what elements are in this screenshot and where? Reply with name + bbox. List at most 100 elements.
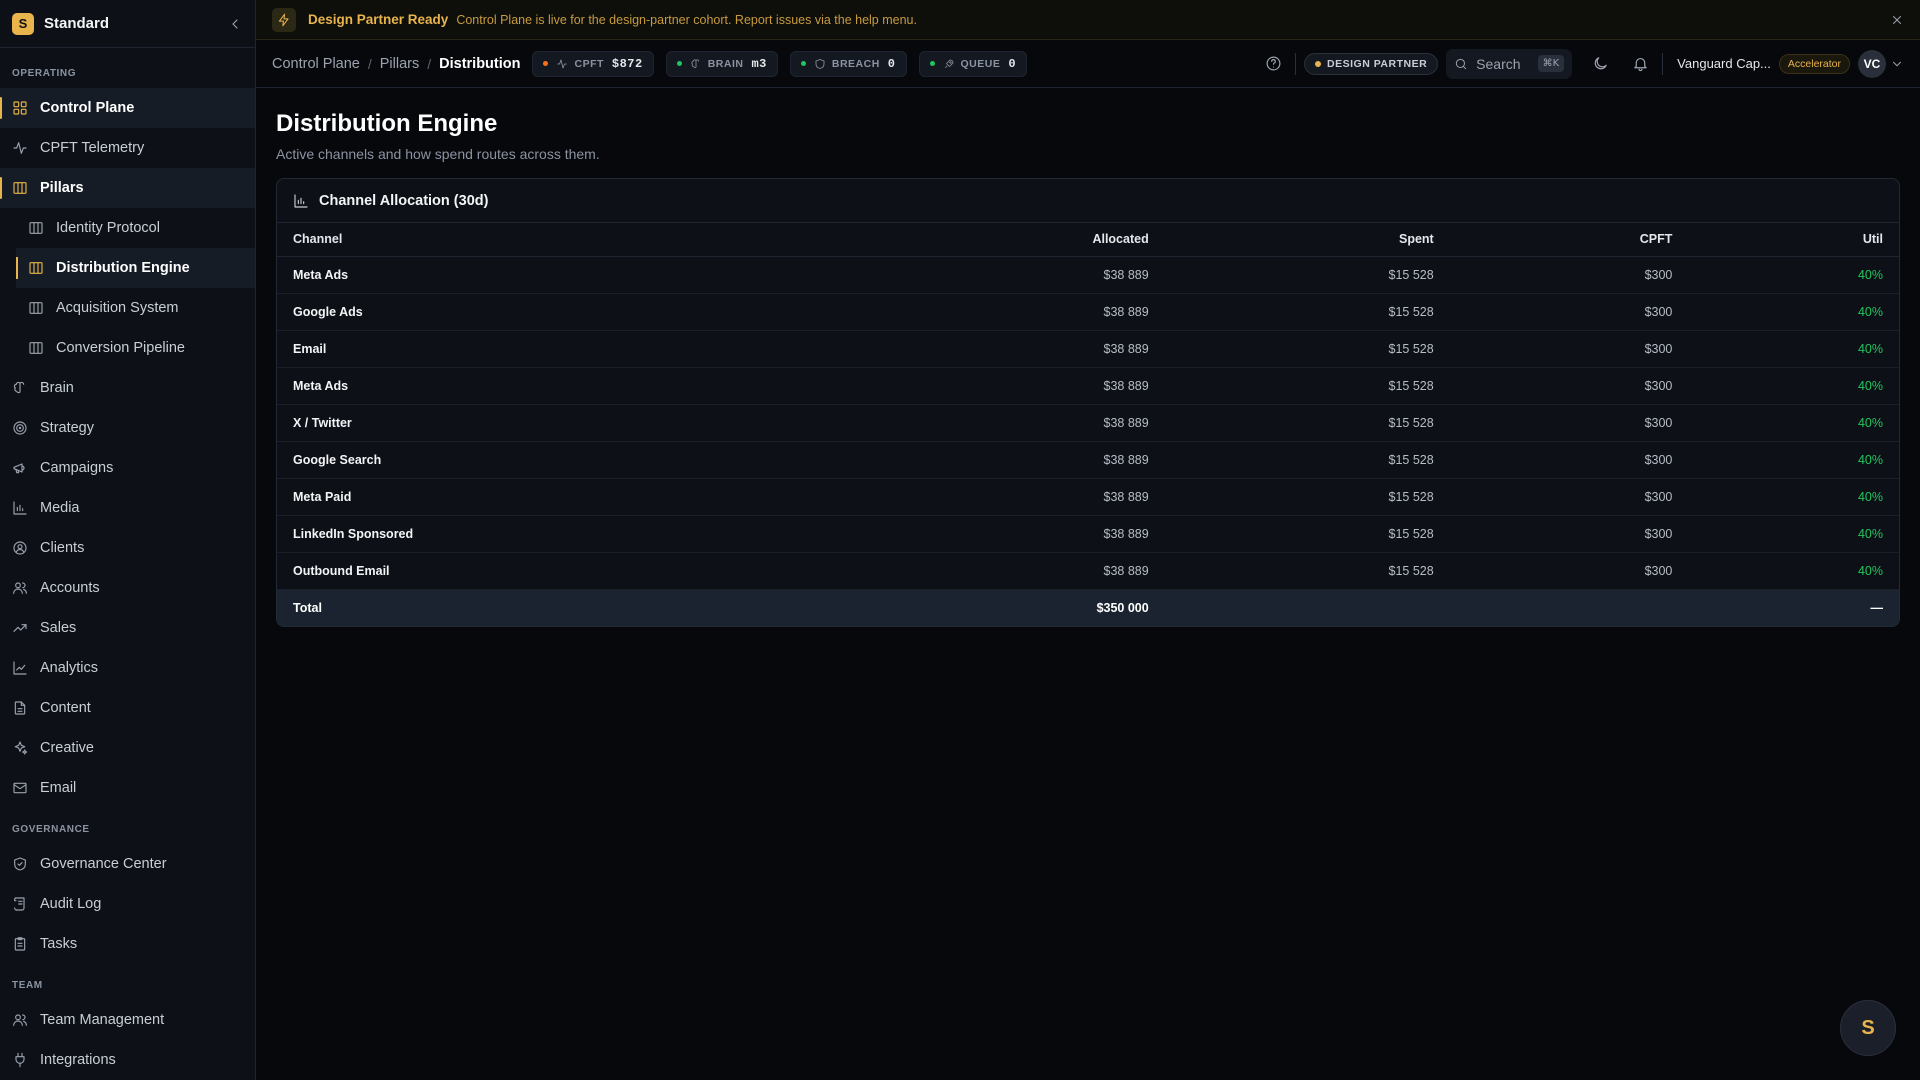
users-icon bbox=[12, 580, 28, 596]
moon-icon[interactable] bbox=[1586, 50, 1614, 78]
sidebar-item-label: Accounts bbox=[40, 580, 100, 596]
breadcrumb-pillars[interactable]: Pillars bbox=[380, 56, 419, 72]
shield-check-icon bbox=[12, 856, 28, 872]
table-row[interactable]: Meta Ads $38 889 $15 528 $300 40% bbox=[277, 256, 1899, 294]
cell-channel: Meta Ads bbox=[277, 367, 839, 405]
assistant-button[interactable]: S bbox=[1840, 1000, 1896, 1056]
sidebar-item-label: Distribution Engine bbox=[56, 260, 190, 276]
cell-util: 40% bbox=[1688, 441, 1899, 479]
org-name[interactable]: Vanguard Cap... bbox=[1677, 56, 1771, 71]
sidebar-item-label: Tasks bbox=[40, 936, 78, 952]
search-button[interactable]: Search ⌘K bbox=[1446, 48, 1573, 79]
sidebar-item-acquisition-system[interactable]: Acquisition System bbox=[0, 288, 255, 328]
zap-icon bbox=[272, 7, 296, 32]
column-header: Channel bbox=[277, 223, 839, 257]
status-dot bbox=[543, 61, 549, 66]
badge-label: DESIGN PARTNER bbox=[1327, 57, 1428, 70]
sidebar-item-label: Analytics bbox=[40, 660, 99, 676]
target-icon bbox=[12, 420, 28, 436]
sidebar-item-sales[interactable]: Sales bbox=[0, 608, 255, 648]
cell-channel: Google Ads bbox=[277, 293, 839, 331]
top-bar: Control Plane / Pillars / Distribution C… bbox=[256, 40, 1920, 88]
rocket-icon bbox=[943, 58, 955, 70]
divider bbox=[1295, 52, 1297, 75]
status-chip-cpft[interactable]: CPFT $872 bbox=[532, 50, 654, 77]
chip-value: 0 bbox=[1008, 56, 1017, 71]
cell-channel: Meta Paid bbox=[277, 478, 839, 516]
breadcrumb-control-plane[interactable]: Control Plane bbox=[272, 56, 360, 72]
sidebar-item-label: Creative bbox=[40, 740, 94, 756]
help-icon[interactable] bbox=[1259, 50, 1287, 78]
table-row[interactable]: Email $38 889 $15 528 $300 40% bbox=[277, 330, 1899, 368]
columns-icon bbox=[28, 300, 44, 316]
sidebar-item-pillars[interactable]: Pillars bbox=[0, 168, 255, 208]
sidebar-item-content[interactable]: Content bbox=[0, 688, 255, 728]
sidebar-item-team-management[interactable]: Team Management bbox=[0, 1000, 255, 1040]
sidebar-item-tasks[interactable]: Tasks bbox=[0, 924, 255, 964]
sidebar-item-brain[interactable]: Brain bbox=[0, 368, 255, 408]
sidebar-item-analytics[interactable]: Analytics bbox=[0, 648, 255, 688]
main-content: Distribution Engine Active channels and … bbox=[276, 88, 1900, 627]
sidebar-item-cpft-telemetry[interactable]: CPFT Telemetry bbox=[0, 128, 255, 168]
sidebar-item-accounts[interactable]: Accounts bbox=[0, 568, 255, 608]
column-header: Spent bbox=[1164, 223, 1450, 257]
cell-cpft: $300 bbox=[1449, 552, 1689, 590]
column-header: Util bbox=[1688, 223, 1899, 257]
sidebar-item-media[interactable]: Media bbox=[0, 488, 255, 528]
cell-cpft: $300 bbox=[1449, 478, 1689, 516]
cell-util: 40% bbox=[1688, 404, 1899, 442]
table-row[interactable]: Meta Paid $38 889 $15 528 $300 40% bbox=[277, 478, 1899, 516]
table-row[interactable]: X / Twitter $38 889 $15 528 $300 40% bbox=[277, 404, 1899, 442]
plug-icon bbox=[12, 1052, 28, 1068]
brain-icon bbox=[12, 380, 28, 396]
sidebar-item-control-plane[interactable]: Control Plane bbox=[0, 88, 255, 128]
sidebar-item-identity-protocol[interactable]: Identity Protocol bbox=[0, 208, 255, 248]
sidebar-item-email[interactable]: Email bbox=[0, 768, 255, 808]
bar-chart-icon bbox=[12, 500, 28, 516]
chip-label: BRAIN bbox=[707, 57, 744, 70]
table-row[interactable]: Meta Ads $38 889 $15 528 $300 40% bbox=[277, 367, 1899, 405]
design-partner-badge: DESIGN PARTNER bbox=[1304, 52, 1439, 75]
sidebar-item-label: Sales bbox=[40, 620, 77, 636]
table-row[interactable]: Google Search $38 889 $15 528 $300 40% bbox=[277, 441, 1899, 479]
cell-spent: $15 528 bbox=[1164, 478, 1450, 516]
table-row[interactable]: Google Ads $38 889 $15 528 $300 40% bbox=[277, 293, 1899, 331]
sidebar-item-label: Conversion Pipeline bbox=[56, 340, 185, 356]
sidebar-item-audit-log[interactable]: Audit Log bbox=[0, 884, 255, 924]
sidebar-item-creative[interactable]: Creative bbox=[0, 728, 255, 768]
bell-icon[interactable] bbox=[1626, 50, 1654, 78]
status-chip-breach[interactable]: BREACH 0 bbox=[789, 50, 907, 77]
sidebar-item-clients[interactable]: Clients bbox=[0, 528, 255, 568]
sidebar-item-campaigns[interactable]: Campaigns bbox=[0, 448, 255, 488]
page-title: Distribution Engine bbox=[276, 110, 498, 137]
sidebar-item-conversion-pipeline[interactable]: Conversion Pipeline bbox=[0, 328, 255, 368]
columns-icon bbox=[28, 260, 44, 276]
cell-spent: $15 528 bbox=[1164, 367, 1450, 405]
grid-icon bbox=[12, 100, 28, 116]
status-chip-brain[interactable]: BRAIN m3 bbox=[665, 50, 778, 77]
table-row[interactable]: Outbound Email $38 889 $15 528 $300 40% bbox=[277, 552, 1899, 590]
search-shortcut: ⌘K bbox=[1537, 55, 1565, 72]
banner-title: Design Partner Ready bbox=[308, 12, 449, 27]
sidebar-item-integrations[interactable]: Integrations bbox=[0, 1040, 255, 1080]
cell-channel: Email bbox=[277, 330, 839, 368]
sidebar-item-distribution-engine[interactable]: Distribution Engine bbox=[16, 248, 255, 288]
avatar[interactable]: VC bbox=[1858, 49, 1886, 78]
banner-text: Control Plane is live for the design-par… bbox=[456, 12, 917, 27]
status-chip-queue[interactable]: QUEUE 0 bbox=[918, 50, 1028, 77]
page-subtitle: Active channels and how spend routes acr… bbox=[276, 146, 600, 162]
cell-util: 40% bbox=[1688, 552, 1899, 590]
cell-spent: $15 528 bbox=[1164, 404, 1450, 442]
breadcrumb-separator: / bbox=[367, 55, 372, 72]
sidebar-item-strategy[interactable]: Strategy bbox=[0, 408, 255, 448]
close-icon[interactable] bbox=[1890, 13, 1904, 27]
table-row[interactable]: LinkedIn Sponsored $38 889 $15 528 $300 40% bbox=[277, 515, 1899, 553]
cell-spent: $15 528 bbox=[1164, 256, 1450, 294]
breadcrumb-separator: / bbox=[427, 55, 432, 72]
sidebar-item-governance-center[interactable]: Governance Center bbox=[0, 844, 255, 884]
chevron-down-icon[interactable] bbox=[1890, 57, 1904, 71]
collapse-sidebar-icon[interactable] bbox=[227, 16, 243, 32]
total-allocated: $350 000 bbox=[838, 589, 1165, 626]
divider bbox=[1662, 52, 1664, 75]
sidebar-item-label: Integrations bbox=[40, 1052, 116, 1068]
